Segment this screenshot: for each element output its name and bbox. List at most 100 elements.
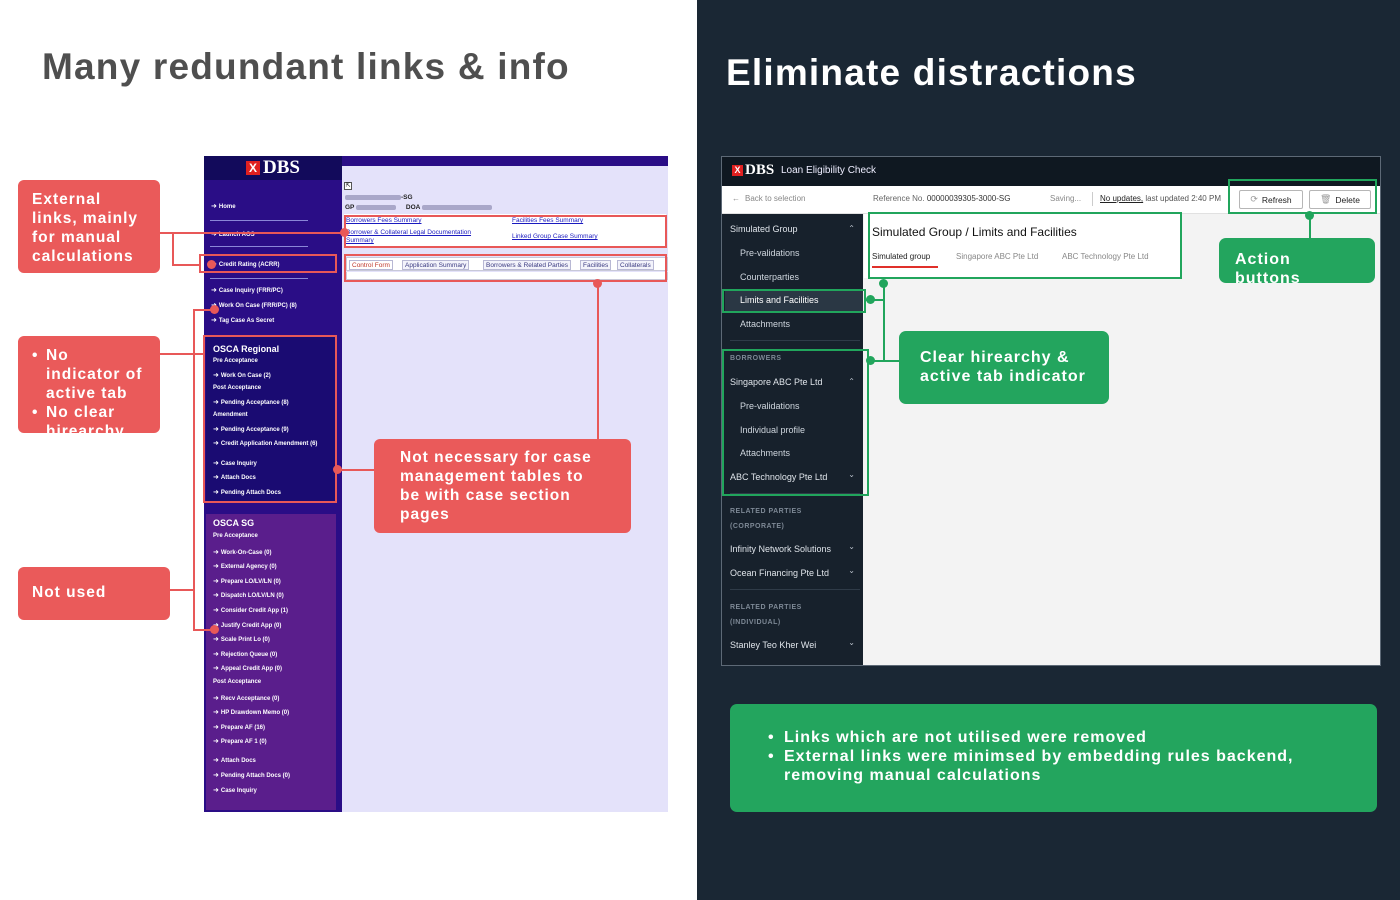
old-link[interactable]: ➜ Scale Print Lo (0) [213, 635, 270, 643]
old-link-home[interactable]: ➜ Home [211, 202, 236, 210]
old-link[interactable]: ➜ Case Inquiry [213, 786, 257, 794]
sidebar-infinity[interactable]: Infinity Network Solutions [730, 544, 831, 554]
back-link[interactable]: ← Back to selection [732, 194, 805, 203]
arrow-icon: ➜ [213, 738, 219, 746]
new-dbs-logo: X DBS [732, 162, 774, 179]
arrow-icon: ➜ [213, 592, 219, 600]
old-link[interactable]: ➜ Recv Acceptance (0) [213, 694, 279, 702]
connector-dot [879, 279, 888, 288]
old-link[interactable]: ➜ Appeal Credit App (0) [213, 664, 282, 672]
connector [169, 589, 194, 591]
highlight-active-item [722, 289, 866, 313]
connector [193, 309, 195, 630]
old-link[interactable]: ➜ Work-On-Case (0) [213, 548, 271, 556]
divider [1092, 192, 1093, 206]
sidebar-section-label: RELATED PARTIES (INDIVIDUAL) [730, 604, 802, 626]
group-label: Post Acceptance [213, 679, 262, 685]
connector-dot [210, 305, 219, 314]
arrow-icon: ➜ [211, 317, 217, 324]
sidebar-attachments[interactable]: Attachments [740, 319, 790, 329]
sidebar-ocean[interactable]: Ocean Financing Pte Ltd [730, 568, 829, 578]
no-updates-link[interactable]: No updates, [1100, 194, 1143, 203]
chevron-up-icon[interactable]: ⌃ [848, 224, 855, 233]
callout-bullet: No clear hirearchy [32, 403, 146, 441]
callout-clear-hierarchy: Clear hirearchy & active tab indicator [899, 331, 1109, 404]
highlight-borrowers-group [722, 349, 869, 496]
sidebar-counterparties[interactable]: Counterparties [740, 272, 799, 282]
callout-action-buttons: Action buttons [1219, 238, 1375, 287]
update-status: No updates, last updated 2:40 PM [1100, 194, 1221, 203]
group-label: Pre Acceptance [213, 533, 258, 539]
reference-number: Reference No. 00000039305-3000-SG [873, 194, 1011, 203]
saving-status: Saving... [1050, 194, 1082, 203]
old-link[interactable]: ➜ HP Drawdown Memo (0) [213, 708, 289, 716]
old-link[interactable]: ➜ Rejection Queue (0) [213, 650, 277, 658]
chevron-down-icon[interactable]: ⌄ [848, 638, 855, 647]
connector-dot [340, 228, 349, 237]
divider [730, 589, 860, 590]
old-link[interactable]: ➜ Consider Credit App (1) [213, 606, 288, 614]
summary-point: Links which are not utilised were remove… [768, 728, 1377, 747]
arrow-icon: ➜ [213, 757, 219, 765]
connector-dot [333, 465, 342, 474]
arrow-icon: ➜ [213, 577, 219, 585]
old-link[interactable]: ➜Justify Credit App (0) [213, 621, 281, 629]
callout-not-necessary: Not necessary for case management tables… [374, 439, 631, 533]
chevron-down-icon[interactable]: ⌄ [848, 542, 855, 551]
old-link[interactable]: ➜ Pending Attach Docs (0) [213, 771, 290, 779]
old-top-bar [342, 156, 668, 166]
left-panel-title: Many redundant links & info [42, 46, 570, 87]
section-heading: OSCA SG [213, 518, 255, 528]
connector [160, 353, 205, 355]
connector [172, 232, 174, 265]
old-link[interactable]: ➜ Attach Docs [213, 756, 256, 764]
arrow-icon: ➜ [213, 636, 219, 644]
old-link[interactable]: ➜ Prepare AF (16) [213, 723, 265, 731]
divider [210, 246, 308, 247]
connector-dot [210, 625, 219, 634]
connector-dot [866, 295, 875, 304]
arrow-icon: ➜ [213, 786, 219, 794]
arrow-icon: ➜ [213, 563, 219, 571]
connector-dot [1305, 211, 1314, 220]
old-link[interactable]: ➜ External Agency (0) [213, 562, 277, 570]
highlight-regional [203, 335, 337, 503]
old-link[interactable]: ➜ Prepare AF 1 (0) [213, 737, 267, 745]
old-link-tag-case[interactable]: ➜ Tag Case As Secret [211, 316, 274, 324]
arrow-icon: ➜ [213, 665, 219, 673]
callout-bullet: No indicator of active tab [32, 346, 146, 403]
arrow-icon: ➜ [213, 709, 219, 717]
sidebar-simulated-group[interactable]: Simulated Group [730, 224, 798, 234]
connector-dot [593, 279, 602, 288]
callout-no-indicator: No indicator of active tab No clear hire… [18, 336, 160, 440]
old-link-case-inquiry-frr[interactable]: ➜ Case Inquiry (FRR/PC) [211, 286, 283, 294]
connector [337, 469, 375, 471]
old-reference: -SG [345, 194, 413, 201]
old-dbs-logo: X DBS [204, 156, 342, 180]
old-link[interactable]: ➜ Dispatch LO/LV/LN (0) [213, 591, 284, 599]
arrow-icon: ➜ [213, 723, 219, 731]
connector [883, 283, 885, 361]
connector-dot [866, 356, 875, 365]
highlight-tab-strip [344, 254, 667, 282]
old-link[interactable]: ➜ Prepare LO/LV/LN (0) [213, 577, 281, 585]
dbs-logo-mark-icon: X [246, 161, 261, 175]
old-gp-doa-row: GP DOA [345, 204, 492, 211]
arrow-icon: ➜ [213, 650, 219, 658]
right-panel-title: Eliminate distractions [726, 52, 1137, 93]
old-osca-sg-section: OSCA SG Pre Acceptance ➜ Work-On-Case (0) ➜… [206, 514, 336, 810]
arrow-left-icon: ← [732, 194, 740, 203]
connector-dot [207, 260, 216, 269]
highlight-page-header [868, 212, 1182, 279]
divider [210, 278, 308, 279]
summary-box: Links which are not utilised were remove… [730, 704, 1377, 812]
callout-not-used: Not used [18, 567, 170, 620]
chevron-down-icon[interactable]: ⌄ [848, 566, 855, 575]
connector [597, 283, 599, 440]
old-link-work-on-case-frr[interactable]: ➜Work On Case (FRR/PC) (8) [211, 301, 297, 309]
sidebar-section-label: RELATED PARTIES (CORPORATE) [730, 508, 802, 530]
divider [730, 340, 860, 341]
sidebar-stanley[interactable]: Stanley Teo Kher Wei [730, 640, 816, 650]
expand-icon[interactable]: ⇱ [344, 182, 352, 190]
sidebar-pre-validations[interactable]: Pre-validations [740, 248, 800, 258]
